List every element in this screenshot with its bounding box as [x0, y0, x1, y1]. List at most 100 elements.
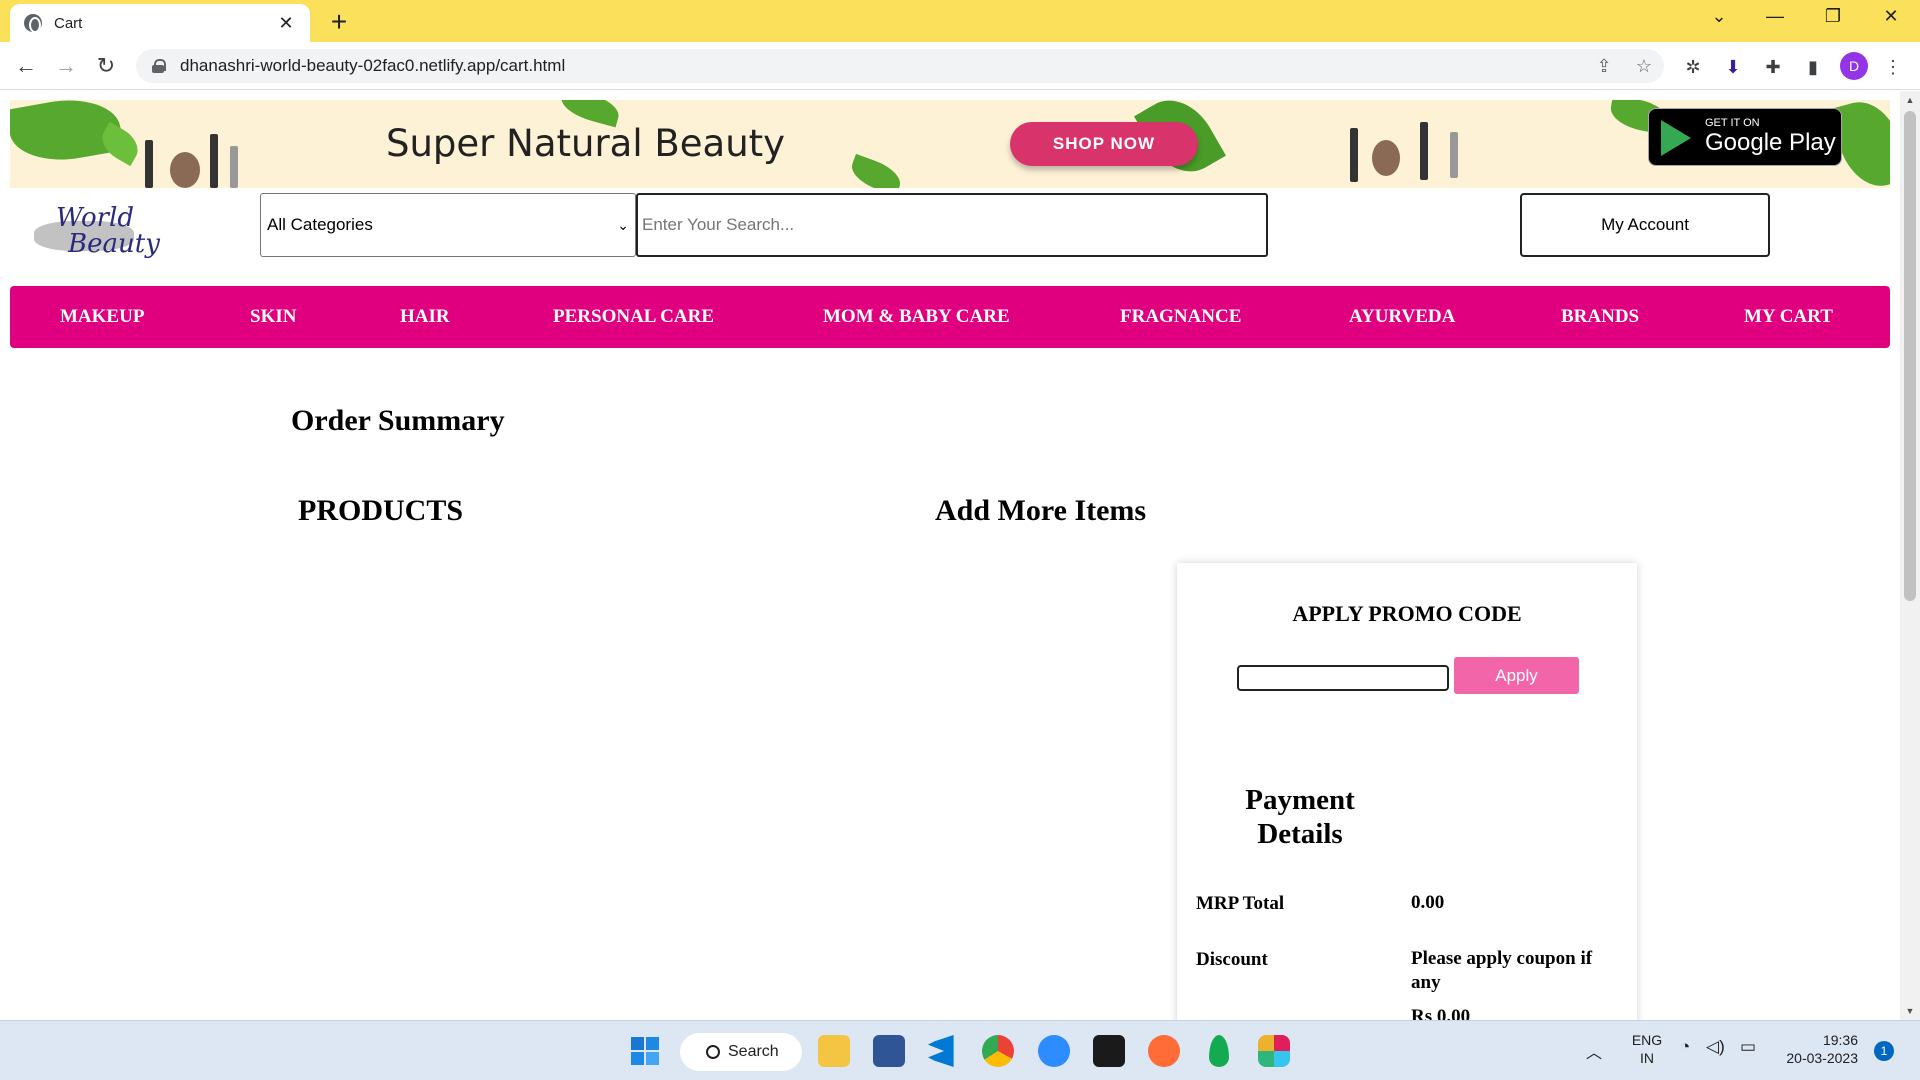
maximize-button[interactable]: ❐: [1818, 6, 1848, 27]
category-selected-value: All Categories: [267, 215, 373, 234]
logo-text: World Beauty: [56, 205, 160, 257]
taskbar-search-button[interactable]: Search: [680, 1033, 802, 1071]
windows-taskbar: Search ︿ ENG IN ◔ ◁) ▭ 19:36 20-03-2023 …: [0, 1020, 1920, 1080]
tab-title: Cart: [54, 14, 83, 32]
promo-code-input[interactable]: [1237, 665, 1449, 691]
search-input[interactable]: Enter Your Search...: [636, 193, 1268, 257]
google-play-icon: [1661, 120, 1691, 156]
browser-tab[interactable]: Cart ✕: [10, 4, 310, 42]
search-icon: [706, 1045, 720, 1059]
nav-item-my-cart[interactable]: MY CART: [1744, 286, 1833, 348]
browser-toolbar: ← → ↻ dhanashri-world-beauty-02fac0.netl…: [0, 42, 1920, 90]
lipstick-icon: [1420, 122, 1428, 180]
clock-time: 19:36: [1822, 1032, 1858, 1048]
category-select[interactable]: All Categories ⌄: [260, 193, 636, 257]
clock-date: 20-03-2023: [1786, 1050, 1858, 1066]
mongodb-icon[interactable]: [1209, 1035, 1229, 1067]
apply-promo-button[interactable]: Apply: [1454, 657, 1579, 694]
leaf-decoration: [847, 153, 905, 188]
scroll-up-arrow-icon[interactable]: ▲: [1900, 95, 1920, 105]
slack-icon[interactable]: [1258, 1035, 1290, 1067]
clock[interactable]: 19:36 20-03-2023: [1776, 1031, 1858, 1067]
badge-small-text: GET IT ON: [1705, 117, 1760, 129]
scrollbar-thumb[interactable]: [1904, 111, 1916, 601]
screen-recorder-icon[interactable]: [1093, 1035, 1125, 1067]
compact-icon: [1372, 140, 1400, 176]
side-panel-icon[interactable]: ▮: [1800, 54, 1826, 80]
lipstick-icon: [210, 134, 218, 188]
promo-code-title: APPLY PROMO CODE: [1292, 601, 1522, 626]
nav-item-personal-care[interactable]: PERSONAL CARE: [553, 286, 714, 348]
notification-badge[interactable]: 1: [1874, 1041, 1894, 1061]
page-scrollbar[interactable]: ▲ ▼: [1900, 91, 1920, 1020]
reload-icon[interactable]: ↻: [90, 50, 122, 82]
region-code: IN: [1640, 1050, 1654, 1066]
windows-start-icon[interactable]: [629, 1035, 661, 1067]
badge-big-text: Google Play: [1705, 129, 1836, 156]
products-heading: PRODUCTS: [298, 494, 464, 527]
language-indicator[interactable]: ENG IN: [1630, 1031, 1664, 1067]
battery-icon[interactable]: ▭: [1740, 1037, 1756, 1057]
payment-details-title: Payment Details: [1245, 784, 1355, 850]
url-text[interactable]: dhanashri-world-beauty-02fac0.netlify.ap…: [180, 56, 1584, 76]
promo-banner[interactable]: Super Natural Beauty SHOP NOW GET IT ON …: [10, 100, 1890, 188]
discount-amount-value: Rs 0.00: [1411, 1006, 1471, 1020]
search-placeholder: Enter Your Search...: [642, 215, 795, 234]
nav-item-hair[interactable]: HAIR: [400, 286, 450, 348]
show-hidden-icons-chevron-icon[interactable]: ︿: [1586, 1039, 1602, 1063]
order-summary-card: APPLY PROMO CODE Apply Payment Details M…: [1177, 563, 1637, 1020]
share-icon[interactable]: ⇪: [1584, 56, 1624, 77]
tab-close-icon[interactable]: ✕: [276, 13, 296, 34]
new-tab-button[interactable]: +: [324, 6, 354, 38]
page-viewport: Super Natural Beauty SHOP NOW GET IT ON …: [0, 91, 1900, 1020]
file-explorer-icon[interactable]: [818, 1035, 850, 1067]
nav-item-mom-baby-care[interactable]: MOM & BABY CARE: [823, 286, 1010, 348]
forward-arrow-icon[interactable]: →: [50, 50, 82, 82]
logo-line-2: Beauty: [68, 229, 160, 259]
banner-title: Super Natural Beauty: [386, 122, 786, 165]
bookmark-star-icon[interactable]: ☆: [1624, 56, 1664, 77]
language-code: ENG: [1631, 1032, 1663, 1048]
google-play-badge[interactable]: GET IT ON Google Play: [1648, 108, 1842, 166]
my-account-button[interactable]: My Account: [1520, 193, 1770, 257]
site-logo[interactable]: World Beauty: [26, 203, 176, 267]
wifi-icon[interactable]: ◔: [1680, 1037, 1690, 1057]
add-more-items-link[interactable]: Add More Items: [935, 494, 1146, 528]
cosmetic-brush-icon: [145, 140, 153, 188]
nav-item-ayurveda[interactable]: AYURVEDA: [1349, 286, 1455, 348]
back-arrow-icon[interactable]: ←: [10, 50, 42, 82]
tab-strip: Cart ✕ + ⌄ — ❐ ✕: [0, 0, 1920, 42]
kebab-menu-icon[interactable]: ⋮: [1880, 54, 1906, 80]
microsoft-store-icon[interactable]: [873, 1035, 905, 1067]
volume-icon[interactable]: ◁): [1706, 1037, 1725, 1057]
logo-line-1: World: [56, 203, 134, 233]
nav-item-skin[interactable]: SKIN: [250, 286, 296, 348]
minimize-button[interactable]: —: [1760, 6, 1790, 27]
discount-label: Discount: [1196, 949, 1268, 970]
nav-item-brands[interactable]: BRANDS: [1561, 286, 1639, 348]
order-summary-heading: Order Summary: [291, 404, 505, 437]
nav-item-makeup[interactable]: MAKEUP: [60, 286, 144, 348]
nav-item-fragnance[interactable]: FRAGNANCE: [1120, 286, 1241, 348]
mrp-total-label: MRP Total: [1196, 893, 1285, 914]
address-bar[interactable]: dhanashri-world-beauty-02fac0.netlify.ap…: [136, 49, 1664, 83]
discount-value: Please apply coupon if any: [1411, 948, 1593, 993]
profile-avatar[interactable]: D: [1840, 52, 1868, 80]
cosmetic-brush-icon: [1350, 128, 1358, 182]
scroll-down-arrow-icon[interactable]: ▼: [1900, 1006, 1920, 1016]
pencil-icon: [230, 146, 238, 188]
puzzle-extensions-icon[interactable]: ✚: [1760, 54, 1786, 80]
postman-icon[interactable]: [1148, 1035, 1180, 1067]
lock-icon: [152, 59, 166, 73]
bug-extension-icon[interactable]: ✲: [1680, 54, 1706, 80]
zoom-icon[interactable]: [1038, 1035, 1070, 1067]
mrp-total-value: 0.00: [1411, 892, 1445, 913]
chrome-icon[interactable]: [982, 1035, 1014, 1067]
tab-search-icon[interactable]: ⌄: [1704, 6, 1734, 27]
chevron-down-icon: ⌄: [617, 216, 629, 233]
close-window-button[interactable]: ✕: [1876, 6, 1906, 27]
vscode-icon[interactable]: [928, 1035, 954, 1067]
download-icon[interactable]: ⬇: [1720, 54, 1746, 80]
shop-now-button[interactable]: SHOP NOW: [1010, 122, 1198, 166]
taskbar-search-label: Search: [728, 1043, 779, 1060]
